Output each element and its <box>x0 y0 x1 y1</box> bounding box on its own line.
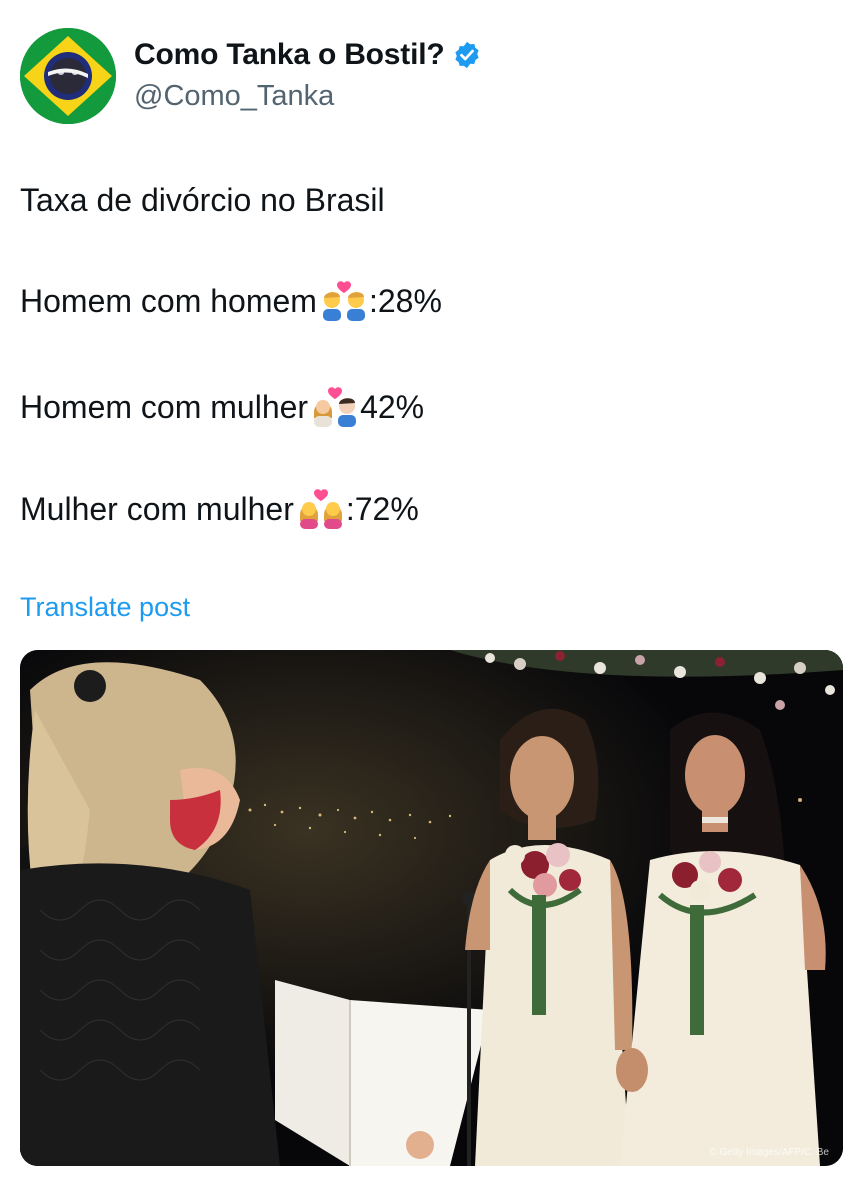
line-value: 42% <box>360 388 425 425</box>
handle[interactable]: @Como_Tanka <box>134 80 334 113</box>
wedding-photo <box>20 650 843 1166</box>
display-name[interactable]: Como Tanka o Bostil? <box>134 38 445 72</box>
couple-woman-woman-emoji <box>299 489 342 529</box>
tweet-title: Taxa de divórcio no Brasil <box>20 182 385 218</box>
couple-woman-man-emoji <box>314 387 357 427</box>
line-label: Homem com homem <box>20 282 317 319</box>
line-label: Homem com mulher <box>20 388 309 425</box>
tweet-line-3: Mulher com mulher :72% <box>20 488 419 530</box>
line-value: :72% <box>345 490 419 527</box>
couple-man-man-emoji <box>322 281 365 321</box>
line-value: :28% <box>368 282 442 319</box>
photo-credit: © Getty Images/AFP/C. Be <box>709 1147 829 1158</box>
brazil-flag-avatar-icon <box>20 28 116 124</box>
avatar[interactable] <box>20 28 116 124</box>
tweet-media-photo[interactable]: © Getty Images/AFP/C. Be <box>20 650 843 1166</box>
verified-badge-icon <box>455 41 480 69</box>
tweet-line-1: Homem com homem :28% <box>20 280 442 322</box>
author-name-row[interactable]: Como Tanka o Bostil? <box>134 38 482 72</box>
line-label: Mulher com mulher <box>20 490 294 527</box>
tweet-line-2: Homem com mulher 42% <box>20 386 424 428</box>
translate-post-link[interactable]: Translate post <box>20 592 190 623</box>
